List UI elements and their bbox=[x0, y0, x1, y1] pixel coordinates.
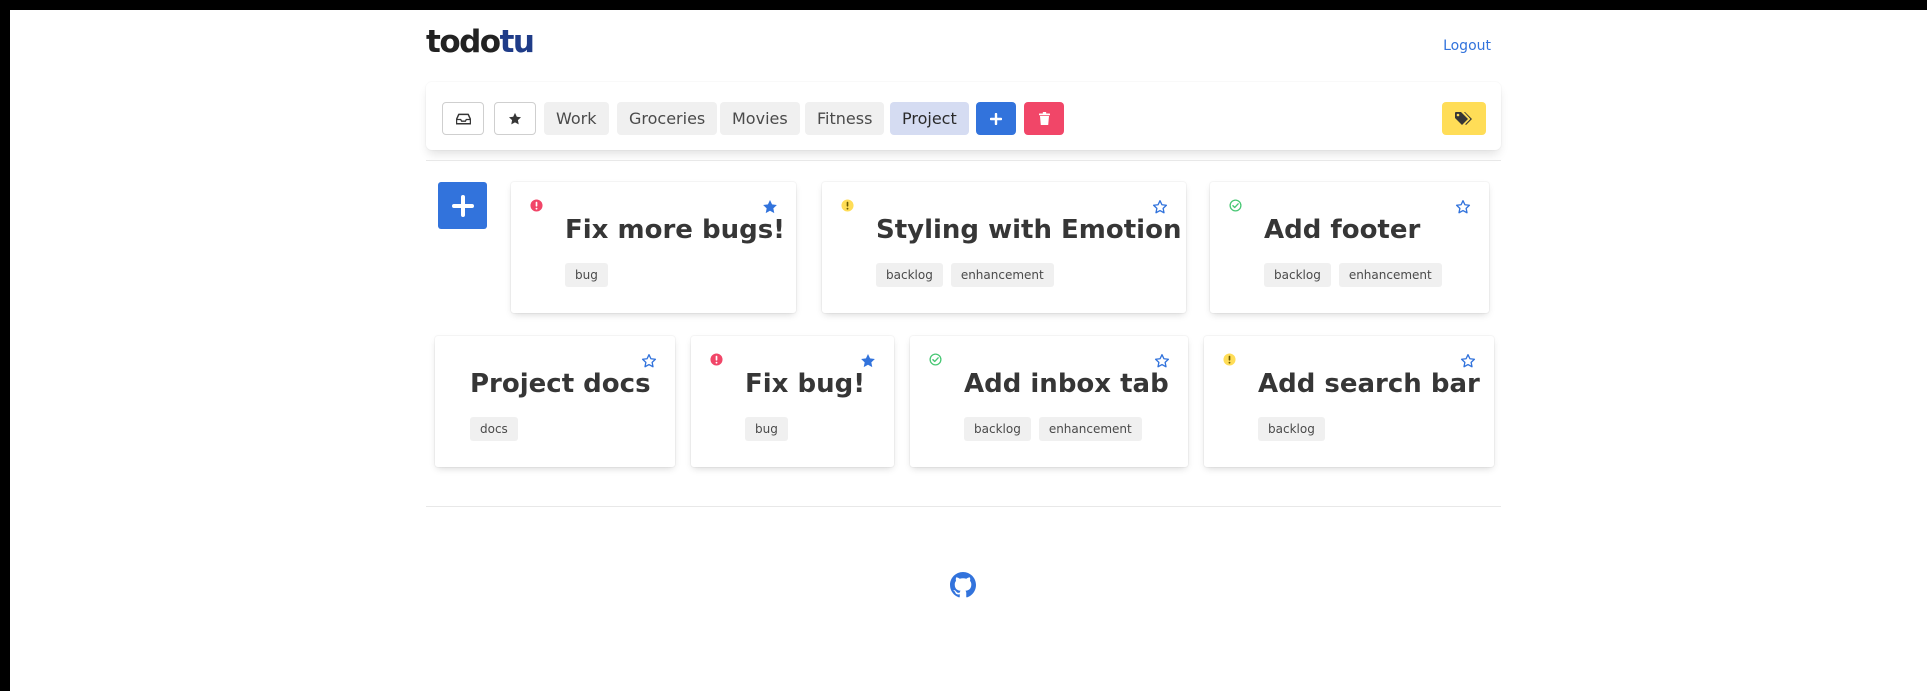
todo-title: Styling with Emotion bbox=[876, 215, 1182, 245]
todo-tags: backlog enhancement bbox=[1264, 263, 1442, 287]
todo-card[interactable]: Add inbox tab backlog enhancement bbox=[910, 336, 1188, 467]
todo-card[interactable]: Project docs docs bbox=[435, 336, 675, 467]
plus-icon bbox=[990, 112, 1002, 125]
todo-card[interactable]: Add footer backlog enhancement bbox=[1210, 182, 1489, 313]
tag-chip: docs bbox=[470, 417, 518, 441]
star-outline-icon[interactable] bbox=[1460, 353, 1476, 369]
tag-chip: backlog bbox=[1258, 417, 1325, 441]
window-left-edge bbox=[0, 0, 10, 691]
delete-filter-button[interactable] bbox=[1024, 102, 1064, 135]
trash-icon bbox=[1038, 112, 1050, 125]
top-divider bbox=[426, 160, 1501, 161]
warning-icon bbox=[841, 199, 854, 212]
tag-chip: backlog bbox=[964, 417, 1031, 441]
todo-title: Add footer bbox=[1264, 215, 1421, 245]
window-top-edge bbox=[0, 0, 1927, 10]
check-circle-icon bbox=[1229, 199, 1242, 212]
todo-title: Fix bug! bbox=[745, 369, 866, 399]
filter-toolbar: Work Groceries Movies Fitness Project bbox=[426, 82, 1501, 150]
tags-icon bbox=[1455, 111, 1472, 125]
star-icon[interactable] bbox=[762, 199, 778, 215]
todo-title: Fix more bugs! bbox=[565, 215, 786, 245]
inbox-button[interactable] bbox=[442, 102, 484, 135]
logo-text-todo: todo bbox=[426, 24, 501, 60]
star-icon bbox=[508, 112, 522, 124]
todo-tags: docs bbox=[470, 417, 518, 441]
plus-icon bbox=[451, 194, 474, 217]
todo-title: Add inbox tab bbox=[964, 369, 1169, 399]
todo-card[interactable]: Fix more bugs! bug bbox=[511, 182, 796, 313]
tag-chip: bug bbox=[565, 263, 608, 287]
tag-chip: bug bbox=[745, 417, 788, 441]
manage-tags-button[interactable] bbox=[1442, 102, 1486, 135]
todo-title: Add search bar bbox=[1258, 369, 1480, 399]
star-icon[interactable] bbox=[860, 353, 876, 369]
tag-chip: backlog bbox=[1264, 263, 1331, 287]
todo-title: Project docs bbox=[470, 369, 651, 399]
tag-chip: backlog bbox=[876, 263, 943, 287]
star-outline-icon[interactable] bbox=[1152, 199, 1168, 215]
filter-work[interactable]: Work bbox=[544, 102, 609, 135]
check-circle-icon bbox=[929, 353, 942, 366]
todo-card[interactable]: Styling with Emotion backlog enhancement bbox=[822, 182, 1186, 313]
tag-chip: enhancement bbox=[1038, 417, 1142, 441]
tag-chip: enhancement bbox=[950, 263, 1054, 287]
star-outline-icon[interactable] bbox=[1154, 353, 1170, 369]
star-outline-icon[interactable] bbox=[641, 353, 657, 369]
logo-text-tu: tu bbox=[499, 24, 535, 60]
star-outline-icon[interactable] bbox=[1455, 199, 1471, 215]
tag-chip: enhancement bbox=[1338, 263, 1442, 287]
urgent-icon bbox=[530, 199, 543, 212]
warning-icon bbox=[1223, 353, 1236, 366]
filter-groceries[interactable]: Groceries bbox=[617, 102, 718, 135]
todo-tags: bug bbox=[745, 417, 788, 441]
inbox-icon bbox=[455, 113, 471, 124]
github-icon[interactable] bbox=[950, 572, 976, 598]
filter-project[interactable]: Project bbox=[890, 102, 969, 135]
add-todo-button[interactable] bbox=[438, 182, 487, 229]
footer-divider bbox=[426, 506, 1501, 507]
starred-button[interactable] bbox=[494, 102, 536, 135]
logout-link[interactable]: Logout bbox=[1443, 38, 1491, 54]
todo-card[interactable]: Add search bar backlog bbox=[1204, 336, 1494, 467]
filter-movies[interactable]: Movies bbox=[720, 102, 800, 135]
todo-tags: backlog bbox=[1258, 417, 1325, 441]
urgent-icon bbox=[710, 353, 723, 366]
todo-tags: backlog enhancement bbox=[964, 417, 1142, 441]
filter-fitness[interactable]: Fitness bbox=[805, 102, 885, 135]
add-filter-button[interactable] bbox=[976, 102, 1016, 135]
todo-card[interactable]: Fix bug! bug bbox=[691, 336, 894, 467]
app-logo[interactable]: todotu bbox=[426, 24, 535, 60]
app-container: todotu Logout Work Groceries Movies Fitn… bbox=[426, 10, 1501, 691]
todo-tags: backlog enhancement bbox=[876, 263, 1054, 287]
todo-tags: bug bbox=[565, 263, 608, 287]
